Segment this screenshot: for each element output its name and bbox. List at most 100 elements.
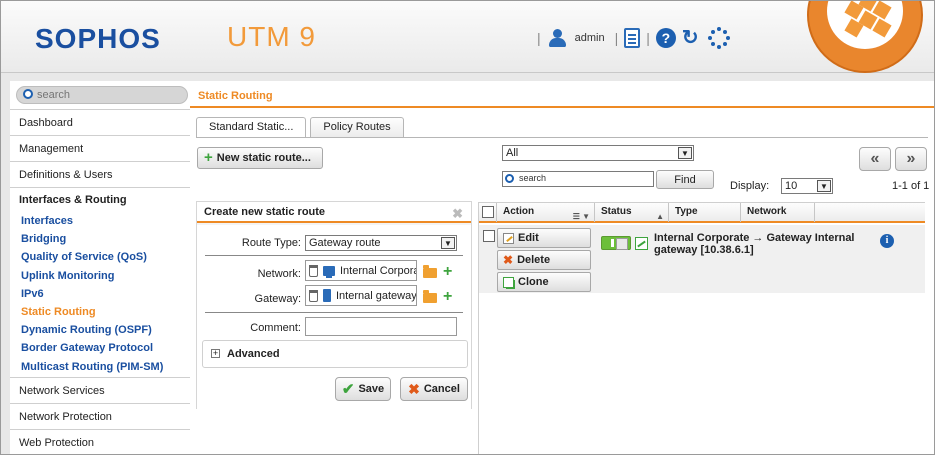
- table-search-input[interactable]: search: [502, 171, 654, 187]
- edit-icon: [503, 232, 514, 244]
- search-icon: [505, 174, 514, 183]
- route-type-icon: [635, 237, 648, 250]
- chevron-down-icon: ▼: [817, 180, 831, 192]
- sidebar-item-qos[interactable]: Quality of Service (QoS): [10, 248, 190, 266]
- route-type-select[interactable]: Gateway route ▼: [305, 235, 457, 251]
- clone-label: Clone: [518, 276, 549, 288]
- delete-button[interactable]: ✖ Delete: [497, 250, 591, 270]
- create-static-route-panel: Create new static route ✖ Route Type: Ga…: [196, 201, 472, 409]
- chevron-down-icon: ▼: [441, 237, 455, 249]
- close-icon[interactable]: ✖: [452, 204, 463, 224]
- trash-icon[interactable]: [309, 289, 318, 302]
- comment-field[interactable]: [305, 317, 457, 336]
- sidebar-item-web-protection[interactable]: Web Protection: [10, 428, 190, 454]
- main-content: Static Routing Standard Static... Policy…: [190, 81, 934, 454]
- info-icon[interactable]: i: [880, 234, 894, 248]
- save-button[interactable]: ✔ Save: [335, 377, 391, 401]
- column-status-label: Status: [601, 206, 632, 217]
- refresh-icon[interactable]: ↻: [682, 28, 702, 48]
- display-label: Display:: [730, 180, 770, 192]
- sidebar-item-static-routing[interactable]: Static Routing: [10, 303, 190, 321]
- sidebar-search[interactable]: [16, 86, 188, 104]
- column-action[interactable]: Action ☰ ▼: [497, 203, 595, 222]
- route-type-value: Gateway route: [309, 237, 381, 249]
- column-status[interactable]: Status ▲: [595, 203, 669, 222]
- expand-icon[interactable]: +: [211, 349, 220, 358]
- sort-asc-icon: ▲: [656, 212, 664, 221]
- trash-icon[interactable]: [309, 264, 318, 277]
- advanced-section[interactable]: + Advanced: [202, 340, 468, 368]
- top-header: SOPHOS UTM 9 | admin | | ? ↻: [1, 1, 934, 73]
- check-icon: ✔: [341, 381, 355, 398]
- header-separator: |: [614, 30, 619, 46]
- filter-select-value: All: [506, 147, 519, 159]
- breadcrumb: Static Routing: [198, 90, 273, 102]
- delete-label: Delete: [517, 254, 551, 266]
- routes-table: Action ☰ ▼ Status ▲ Type Network Edit ✖: [478, 202, 925, 454]
- page-next-button[interactable]: »: [895, 147, 927, 171]
- folder-icon[interactable]: [423, 290, 437, 303]
- tab-policy-routes[interactable]: Policy Routes: [310, 117, 404, 137]
- table-header: Action ☰ ▼ Status ▲ Type Network: [479, 202, 925, 223]
- select-all-checkbox[interactable]: [479, 203, 497, 222]
- help-icon[interactable]: ?: [655, 28, 676, 48]
- column-network[interactable]: Network: [741, 203, 815, 222]
- sidebar-item-definitions-users[interactable]: Definitions & Users: [10, 161, 190, 187]
- row-checkbox[interactable]: [483, 230, 495, 242]
- form-divider: [205, 312, 463, 313]
- plus-icon: +: [204, 149, 213, 166]
- search-icon: [23, 89, 33, 99]
- display-count-select[interactable]: 10 ▼: [781, 178, 833, 194]
- sidebar-subitems: Interfaces Bridging Quality of Service (…: [10, 211, 190, 377]
- add-network-icon[interactable]: +: [443, 264, 452, 280]
- breadcrumb-underline: [190, 106, 934, 108]
- sidebar-item-bgp[interactable]: Border Gateway Protocol: [10, 339, 190, 357]
- sidebar-nav: Dashboard Management Definitions & Users…: [10, 109, 190, 454]
- sidebar-item-bridging[interactable]: Bridging: [10, 230, 190, 248]
- app-window: SOPHOS UTM 9 | admin | | ? ↻ search Dash…: [0, 0, 935, 455]
- network-label: Network:: [257, 268, 301, 280]
- page-prev-button[interactable]: «: [859, 147, 891, 171]
- edit-label: Edit: [518, 232, 539, 244]
- tab-standard-static[interactable]: Standard Static...: [196, 117, 307, 138]
- edit-button[interactable]: Edit: [497, 228, 591, 248]
- status-toggle[interactable]: [601, 236, 631, 250]
- clone-button[interactable]: Clone: [497, 272, 591, 292]
- new-static-route-button[interactable]: + New static route...: [197, 147, 323, 169]
- sidebar-item-network-protection[interactable]: Network Protection: [10, 402, 190, 429]
- sidebar-item-interfaces[interactable]: Interfaces: [10, 212, 190, 230]
- sidebar-search-input[interactable]: [37, 88, 185, 102]
- filter-select[interactable]: All ▼: [502, 145, 694, 161]
- column-type[interactable]: Type: [669, 203, 741, 222]
- folder-icon[interactable]: [423, 265, 437, 278]
- close-icon: ✖: [408, 380, 420, 397]
- sidebar-item-network-services[interactable]: Network Services: [10, 376, 190, 403]
- user-icon[interactable]: [547, 28, 567, 48]
- sidebar-item-ospf[interactable]: Dynamic Routing (OSPF): [10, 321, 190, 339]
- network-value: Internal Corporate: [340, 264, 416, 277]
- sophos-logo: SOPHOS: [35, 23, 161, 54]
- route-type-label: Route Type:: [241, 237, 301, 249]
- column-menu-icon[interactable]: ☰ ▼: [573, 208, 590, 226]
- sidebar-item-ipv6[interactable]: IPv6: [10, 285, 190, 303]
- network-field[interactable]: Internal Corporate: [305, 260, 417, 281]
- header-tools: | admin | | ? ↻: [537, 26, 730, 50]
- cancel-button[interactable]: ✖ Cancel: [400, 377, 468, 401]
- column-action-label: Action: [503, 206, 535, 217]
- cancel-label: Cancel: [423, 383, 460, 395]
- sidebar-item-management[interactable]: Management: [10, 135, 190, 161]
- add-gateway-icon[interactable]: +: [443, 289, 452, 305]
- delete-icon: ✖: [503, 253, 514, 267]
- user-name[interactable]: admin: [575, 32, 605, 44]
- find-button[interactable]: Find: [656, 170, 714, 189]
- sidebar-item-uplink-monitoring[interactable]: Uplink Monitoring: [10, 267, 190, 285]
- sidebar: Dashboard Management Definitions & Users…: [10, 81, 190, 454]
- panel-body: Route Type: Gateway route ▼ Network: Int…: [197, 225, 471, 409]
- sidebar-section-interfaces-routing[interactable]: Interfaces & Routing: [10, 187, 190, 211]
- sidebar-item-dashboard[interactable]: Dashboard: [10, 109, 190, 135]
- gateway-field[interactable]: Internal gateway: [305, 285, 417, 306]
- clipboard-icon[interactable]: [624, 28, 641, 48]
- sidebar-item-multicast[interactable]: Multicast Routing (PIM-SM): [10, 358, 190, 376]
- table-row: Edit ✖ Delete Clone Internal Corporate →…: [479, 225, 925, 293]
- panel-title-text: Create new static route: [204, 206, 326, 218]
